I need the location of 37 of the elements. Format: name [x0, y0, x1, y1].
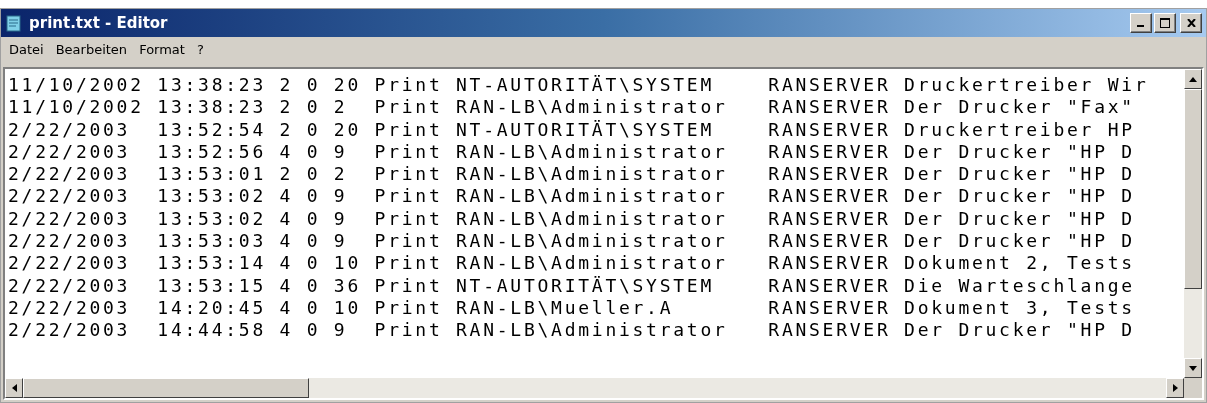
text-editor[interactable]	[3, 67, 1204, 400]
arrow-icon	[1172, 384, 1178, 392]
text-line: 2/22/2003 13:52:56 4 0 9 Print RAN-LB\Administrator RANSERVER Der Drucker "HP D	[8, 140, 1136, 164]
horizontal-scrollbar[interactable]	[5, 378, 1184, 398]
text-line: 2/22/2003 13:53:01 2 0 2 Print RAN-LB\Administrator RANSERVER Der Drucker "HP D	[8, 163, 1136, 186]
minimize-button[interactable]	[1130, 13, 1152, 33]
text-line: 11/10/2002 13:38:23 2 0 20 Print NT-AUTORITÄT\SYSTEM RANSERVER Druckertreiber Wir	[8, 74, 1150, 97]
menu-item[interactable]: Bearbeiten	[49, 39, 134, 59]
text-line: 2/22/2003 13:53:15 4 0 36 Print NT-AUTORITÄT\SYSTEM RANSERVER Die Warteschlange	[8, 274, 1136, 297]
scroll-thumb[interactable]	[23, 378, 309, 398]
menu-item[interactable]: Format	[133, 39, 191, 59]
text-line: 2/22/2003 13:53:14 4 0 10 Print RAN-LB\Administrator RANSERVER Dokument 2, Tests	[8, 252, 1136, 275]
text-line: 2/22/2003 13:53:02 4 0 9 Print RAN-LB\Administrator RANSERVER Der Drucker "HP D	[8, 185, 1136, 208]
scroll-down-button[interactable]	[1184, 358, 1202, 378]
text-line: 2/22/2003 13:53:03 4 0 9 Print RAN-LB\Administrator RANSERVER Der Drucker "HP D	[8, 230, 1136, 253]
arrow-icon	[11, 384, 17, 392]
vertical-scrollbar[interactable]	[1184, 69, 1202, 378]
notepad-icon	[5, 14, 23, 32]
text-line: 2/22/2003 13:52:54 2 0 20 Print NT-AUTORITÄT\SYSTEM RANSERVER Druckertreiber HP	[8, 118, 1136, 141]
arrow-icon	[1189, 365, 1197, 371]
maximize-button[interactable]	[1154, 13, 1176, 33]
text-line: 2/22/2003 13:53:02 4 0 9 Print RAN-LB\Administrator RANSERVER Der Drucker "HP D	[8, 207, 1136, 231]
scroll-up-button[interactable]	[1184, 69, 1202, 89]
close-button[interactable]	[1180, 13, 1202, 33]
menu-item[interactable]: ?	[190, 39, 210, 59]
close-icon	[1186, 19, 1196, 27]
scroll-left-button[interactable]	[5, 378, 23, 398]
window-title: print.txt - Editor	[29, 14, 169, 32]
resize-grip[interactable]	[1184, 378, 1202, 398]
scroll-thumb[interactable]	[1184, 89, 1202, 289]
text-line: 2/22/2003 14:20:45 4 0 10 Print RAN-LB\Mueller.A RANSERVER Dokument 3, Tests	[8, 296, 1136, 320]
scroll-right-button[interactable]	[1166, 378, 1184, 398]
menu-item[interactable]: Datei	[3, 39, 50, 59]
arrow-icon	[1189, 76, 1197, 82]
text-line: 2/22/2003 14:44:58 4 0 9 Print RAN-LB\Administrator RANSERVER Der Drucker "HP D	[8, 319, 1136, 342]
maximize-icon	[1160, 18, 1170, 28]
text-line: 11/10/2002 13:38:23 2 0 2 Print RAN-LB\Administrator RANSERVER Der Drucker "Fax"	[8, 96, 1136, 119]
